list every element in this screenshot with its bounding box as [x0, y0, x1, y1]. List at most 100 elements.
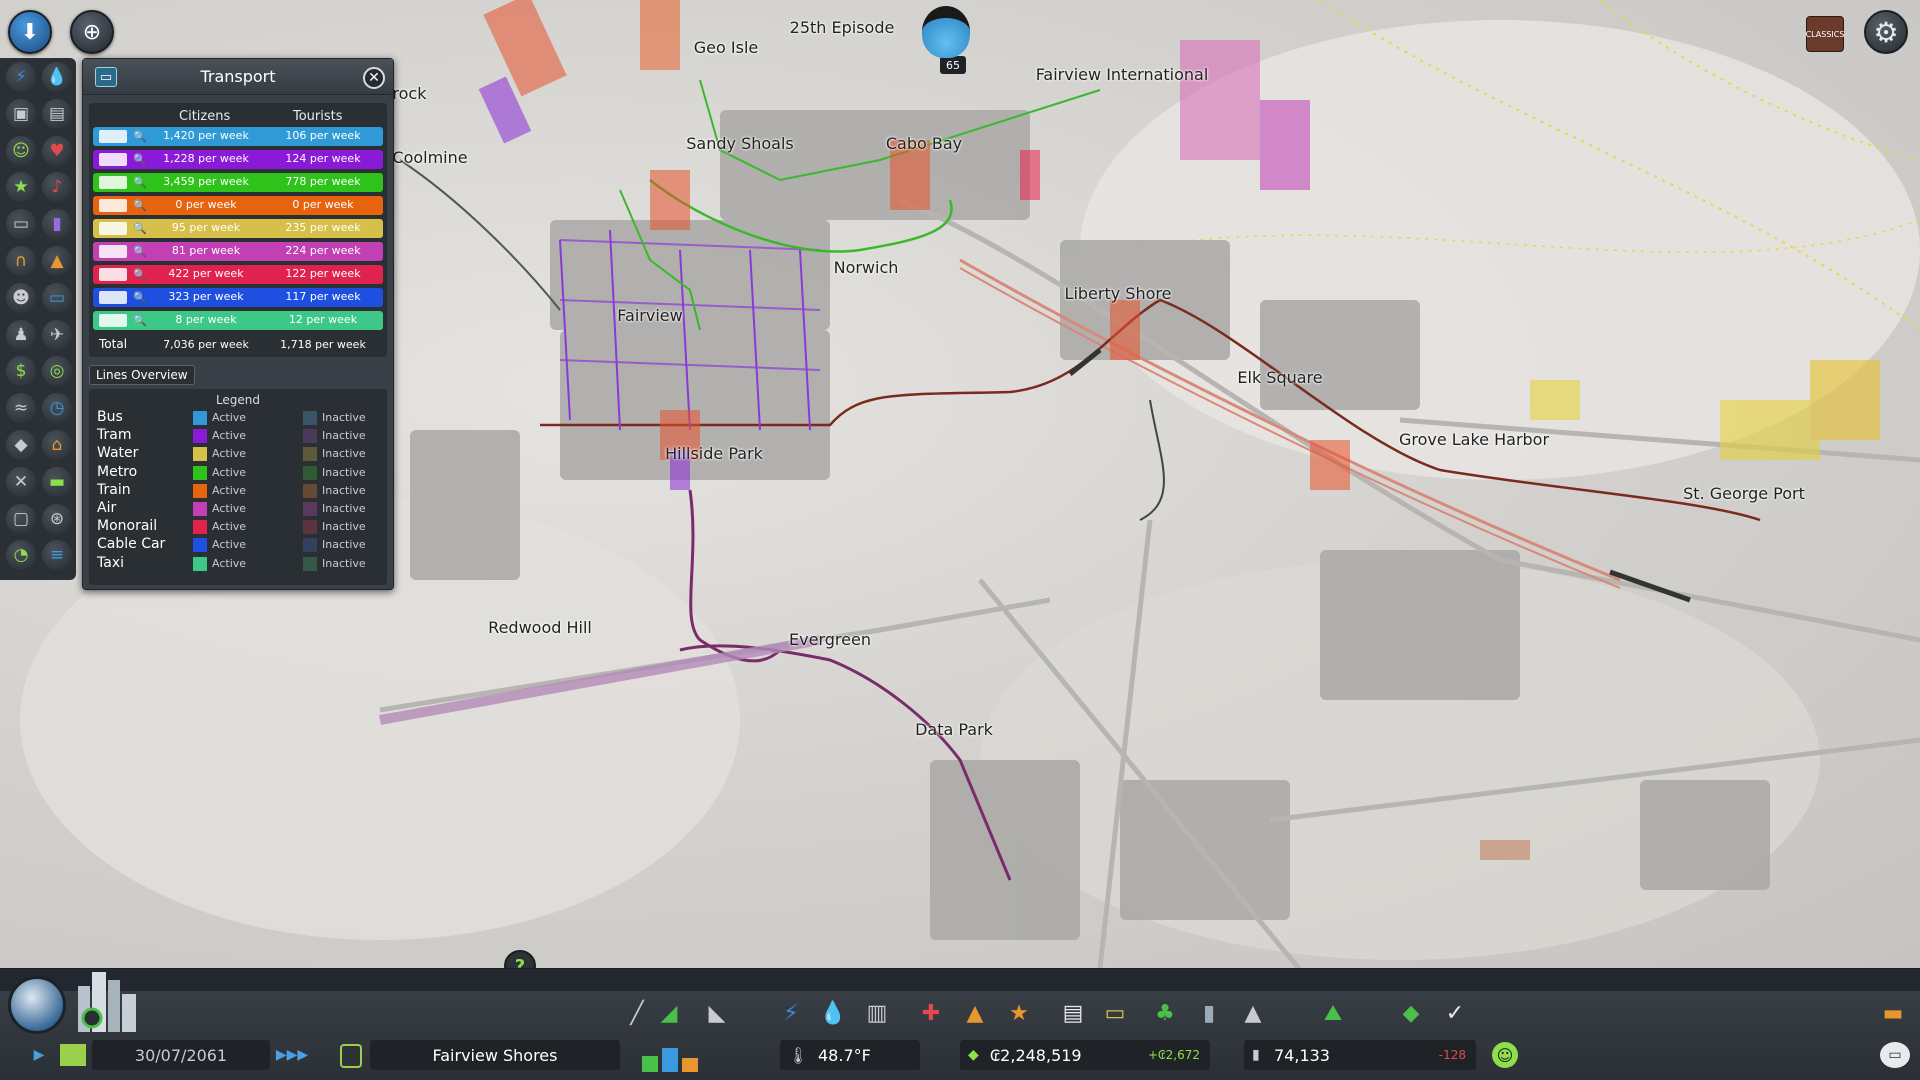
tools-icon[interactable]: ▢ [6, 503, 36, 534]
map-district-label[interactable]: Liberty Shore [1065, 284, 1172, 303]
education-icon[interactable]: ▤ [1058, 998, 1088, 1028]
healthcare-icon[interactable]: ✚ [916, 998, 946, 1028]
play-icon[interactable]: ▶ [26, 1044, 52, 1066]
magnifier-icon[interactable]: 🔍 [133, 199, 147, 212]
wind-icon[interactable]: ≈ [6, 393, 36, 424]
magnifier-icon[interactable]: 🔍 [133, 268, 147, 281]
chirper-mascot-icon[interactable] [922, 6, 970, 58]
vehicle-icon [99, 130, 127, 143]
transport-row-tram[interactable]: 🔍 1,228 per week 124 per week [93, 150, 383, 169]
electricity-icon[interactable]: ⚡ [6, 62, 36, 92]
electricity-icon[interactable]: ⚡ [776, 998, 806, 1028]
garbage-icon[interactable]: ▥ [862, 998, 892, 1028]
vehicle-icon [99, 314, 127, 327]
map-district-label[interactable]: Data Park [915, 720, 993, 739]
transport-row-plane[interactable]: 🔍 81 per week 224 per week [93, 242, 383, 261]
gear-icon[interactable]: ⚙ [1864, 10, 1908, 54]
public-transport-icon[interactable]: ▭ [1100, 998, 1130, 1028]
map-district-label[interactable]: Sandy Shoals [686, 134, 793, 153]
health-icon[interactable]: ♥ [42, 135, 72, 166]
map-district-label[interactable]: Coolmine [392, 148, 467, 167]
magnifier-icon[interactable]: 🔍 [133, 291, 147, 304]
map-district-label[interactable]: Redwood Hill [488, 618, 592, 637]
buildings-level-icon[interactable]: ⌂ [42, 430, 72, 460]
water-icon[interactable]: 💧 [818, 998, 848, 1028]
transport-row-metro[interactable]: 🔍 3,459 per week 778 per week [93, 173, 383, 192]
magnifier-icon[interactable]: 🔍 [133, 314, 147, 327]
magnifier-icon[interactable]: 🔍 [133, 130, 147, 143]
map-district-label[interactable]: Fairview [617, 306, 682, 325]
globe-icon[interactable] [8, 976, 66, 1034]
lines-overview-button[interactable]: Lines Overview [89, 365, 195, 385]
noise-icon[interactable]: ▮ [42, 209, 72, 240]
free-camera-icon[interactable]: ▭ [1880, 1042, 1910, 1068]
zoning-icon[interactable]: ◢ [654, 998, 684, 1028]
garbage-icon[interactable]: ▣ [6, 98, 36, 129]
population-icon[interactable]: ♟ [6, 319, 36, 350]
transport-row-ship[interactable]: 🔍 95 per week 235 per week [93, 219, 383, 238]
magnifier-icon[interactable]: 🔍 [133, 245, 147, 258]
money-field[interactable]: ◆ ₢2,248,519 +₢2,672 [960, 1040, 1210, 1070]
education-icon[interactable]: ▤ [42, 98, 72, 129]
chirper-count-badge[interactable]: 65 [940, 56, 966, 74]
tourism-icon[interactable]: ✈ [42, 319, 72, 350]
transport-row-cable-car[interactable]: 🔍 323 per week 117 per week [93, 288, 383, 307]
map-district-label[interactable]: Elk Square [1237, 368, 1322, 387]
city-name-field[interactable]: Fairview Shores [370, 1040, 620, 1070]
smiley-icon[interactable]: ☺ [1492, 1042, 1518, 1068]
crime-icon[interactable]: ☻ [6, 282, 36, 313]
unique-buildings-icon[interactable]: ▮ [1194, 998, 1224, 1028]
total-tourists: 1,718 per week [280, 338, 366, 351]
map-district-label[interactable]: 25th Episode [790, 18, 895, 37]
chirper-bird-icon[interactable]: ⬇ [8, 10, 52, 54]
fire-dept-icon[interactable]: ▲ [960, 998, 990, 1028]
districts-icon[interactable]: ◣ [702, 998, 732, 1028]
transport-row-taxi[interactable]: 🔍 8 per week 12 per week [93, 311, 383, 330]
magnifier-icon[interactable]: 🔍 [133, 153, 147, 166]
map-district-label[interactable]: Geo Isle [694, 38, 758, 57]
monuments-icon[interactable]: ▲ [1238, 998, 1268, 1028]
milestone-icon[interactable]: ⊕ [70, 10, 114, 54]
maintenance-icon[interactable]: ✕ [6, 466, 36, 497]
heating-icon[interactable]: ◷ [42, 393, 72, 424]
road-maintenance-icon[interactable]: ∩ [6, 246, 36, 276]
roads-icon[interactable]: ╱ [622, 998, 652, 1028]
zone-icon[interactable] [340, 1044, 362, 1068]
transport-row-monorail[interactable]: 🔍 422 per week 122 per week [93, 265, 383, 284]
map-district-label[interactable]: Fairview International [1036, 65, 1209, 84]
map-district-label[interactable]: Grove Lake Harbor [1399, 430, 1549, 449]
map-district-label[interactable]: Cabo Bay [886, 134, 962, 153]
close-icon[interactable]: ✕ [363, 67, 385, 89]
bulldozer-icon[interactable]: ▬ [1878, 998, 1908, 1028]
speed-indicator[interactable] [60, 1044, 86, 1066]
fast-forward-icon[interactable]: ▶▶▶ [274, 1044, 310, 1066]
map-district-label[interactable]: Evergreen [789, 630, 871, 649]
magnifier-icon[interactable]: 🔍 [133, 176, 147, 189]
transport-icon[interactable]: ▭ [42, 282, 72, 313]
thermometer-icon: 🌡 [788, 1045, 809, 1065]
police-icon[interactable]: ★ [1004, 998, 1034, 1028]
snow-icon[interactable]: ⊛ [42, 503, 72, 534]
parks-icon[interactable]: ♣ [1150, 998, 1180, 1028]
traffic-icon[interactable]: ▭ [6, 209, 36, 240]
population-field[interactable]: ▮ 74,133 -128 [1244, 1040, 1476, 1070]
happiness-icon[interactable]: ☺ [6, 135, 36, 166]
classics-radio-button[interactable]: CLASSICS [1806, 16, 1844, 52]
transport-row-train[interactable]: 🔍 0 per week 0 per week [93, 196, 383, 215]
water-icon[interactable]: 💧 [42, 62, 72, 92]
demand-bars[interactable] [640, 1042, 702, 1072]
map-district-label[interactable]: St. George Port [1683, 484, 1805, 503]
panel-header[interactable]: ▭ Transport ✕ [83, 59, 393, 95]
landscaping-icon[interactable]: ⛰ [1318, 998, 1348, 1028]
map-district-label[interactable]: Hillside Park [665, 444, 763, 463]
wonders-icon[interactable]: ◆ [1396, 998, 1426, 1028]
total-label: Total [99, 337, 128, 351]
map-district-label[interactable]: Norwich [834, 258, 899, 277]
policies-icon[interactable]: ✓ [1440, 998, 1470, 1028]
magnifier-icon[interactable]: 🔍 [133, 222, 147, 235]
districts-icon[interactable]: ◆ [6, 430, 36, 460]
escape-routes-icon[interactable]: ▬ [42, 466, 72, 497]
fire-icon[interactable]: ▲ [42, 246, 72, 276]
transport-row-bus[interactable]: 🔍 1,420 per week 106 per week [93, 127, 383, 146]
inactive-label: Inactive [322, 429, 366, 443]
